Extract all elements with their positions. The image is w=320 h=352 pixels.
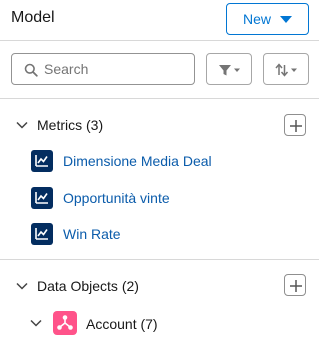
filter-icon: [219, 65, 240, 76]
plus-icon: [290, 120, 302, 132]
add-metric-button[interactable]: [284, 114, 306, 136]
plus-icon: [290, 280, 302, 292]
section-divider: [0, 259, 319, 260]
model-panel: Model New Metrics (3: [0, 0, 319, 352]
filter-button[interactable]: [206, 53, 252, 85]
panel-header: Model New: [0, 0, 319, 41]
metric-item-label[interactable]: Dimensione Media Deal: [63, 153, 212, 169]
data-objects-section-label: Data Objects (2): [37, 278, 139, 294]
new-button-label: New: [243, 11, 272, 27]
data-objects-section-header[interactable]: Data Objects (2): [0, 271, 319, 301]
metric-item-opportunita-vinte[interactable]: Opportunità vinte: [0, 187, 319, 213]
toolbar-divider: [0, 98, 319, 99]
object-node-icon: [53, 311, 77, 335]
add-data-object-button[interactable]: [284, 274, 306, 296]
search-box[interactable]: [11, 53, 195, 85]
panel-title: Model: [11, 9, 55, 26]
metric-item-win-rate[interactable]: Win Rate: [0, 223, 319, 249]
chevron-down-icon: [16, 121, 28, 129]
chevron-down-icon: [16, 282, 28, 290]
caret-down-icon: [280, 16, 292, 23]
new-button[interactable]: New: [226, 3, 309, 35]
metric-chart-icon: [31, 223, 53, 245]
metric-chart-icon: [31, 150, 53, 172]
chevron-down-icon[interactable]: [30, 317, 42, 329]
metric-item-dimensione-media-deal[interactable]: Dimensione Media Deal: [0, 150, 319, 176]
metrics-section-label: Metrics (3): [37, 117, 104, 133]
search-input[interactable]: [44, 58, 189, 80]
search-icon: [24, 63, 38, 77]
data-object-item-account[interactable]: Account (7): [0, 311, 319, 339]
header-divider: [0, 40, 319, 41]
metric-chart-icon: [31, 187, 53, 209]
sort-button[interactable]: [263, 53, 309, 85]
data-object-item-label: Account (7): [86, 316, 158, 332]
metric-item-label[interactable]: Win Rate: [63, 226, 121, 242]
sort-icon: [275, 63, 297, 77]
metrics-section-header[interactable]: Metrics (3): [0, 111, 319, 141]
metric-item-label[interactable]: Opportunità vinte: [63, 190, 170, 206]
